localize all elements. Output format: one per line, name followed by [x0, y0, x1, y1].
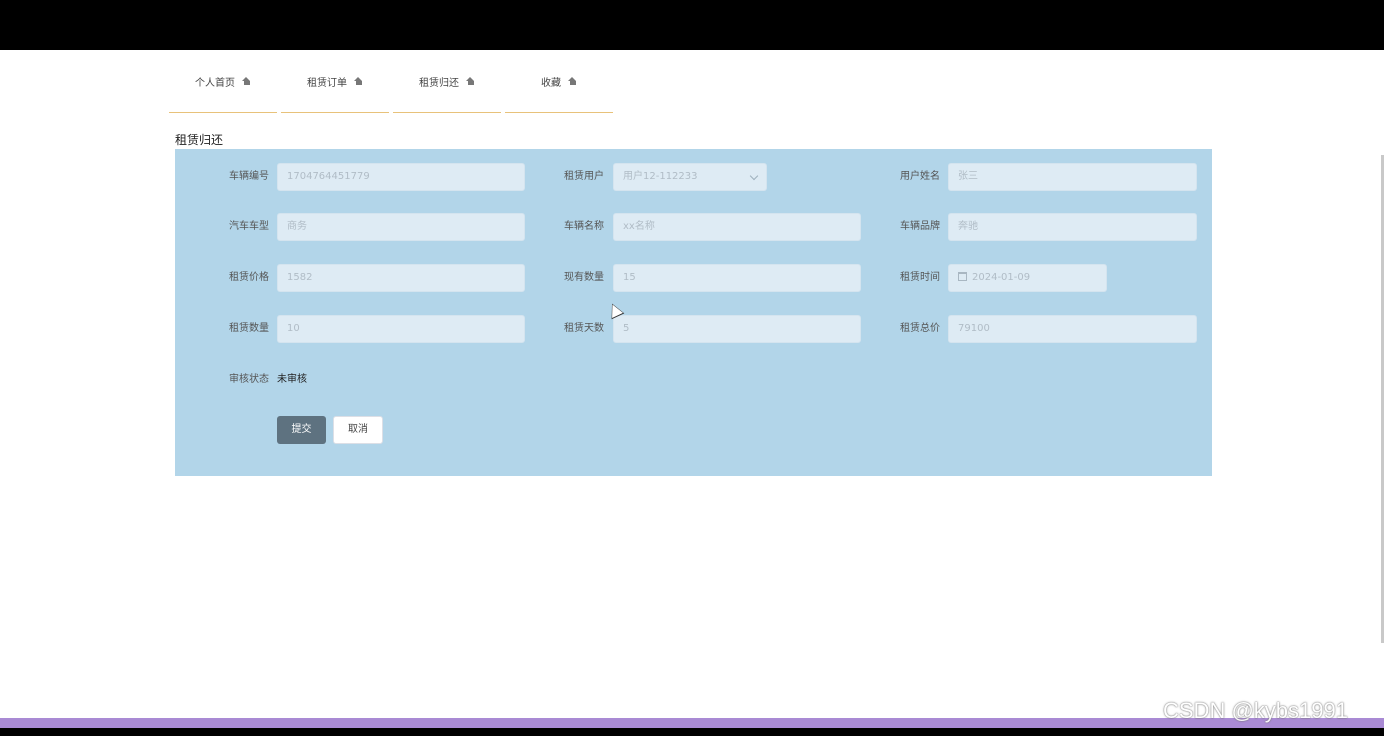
- tab-label: 个人首页: [195, 77, 235, 89]
- cancel-button[interactable]: 取消: [333, 416, 383, 444]
- rent-user-select[interactable]: 用户12-112233: [613, 163, 767, 191]
- home-icon: [466, 77, 475, 85]
- watermark: CSDN @kybs1991: [1163, 698, 1348, 723]
- rent-qty-label: 租赁数量: [229, 323, 269, 334]
- tab-personal-home[interactable]: 个人首页: [169, 50, 277, 113]
- car-model-label: 汽车车型: [229, 221, 269, 232]
- tab-rental-return[interactable]: 租赁归还: [393, 50, 501, 113]
- rent-total-label: 租赁总价: [900, 323, 940, 334]
- stock-qty-label: 现有数量: [564, 272, 604, 283]
- stock-qty-input[interactable]: 15: [613, 264, 861, 292]
- section-title: 租赁归还: [175, 133, 224, 147]
- tab-label: 收藏: [541, 77, 561, 89]
- submit-button[interactable]: 提交: [277, 416, 326, 444]
- car-brand-input[interactable]: 奔驰: [948, 213, 1197, 241]
- user-name-input[interactable]: 张三: [948, 163, 1197, 191]
- tab-label: 租赁归还: [419, 77, 459, 89]
- chevron-down-icon: [749, 171, 759, 181]
- review-status-label: 审核状态: [229, 374, 269, 385]
- home-icon: [568, 77, 577, 85]
- home-icon: [354, 77, 363, 85]
- home-icon: [242, 77, 251, 85]
- top-black-bar: [0, 0, 1384, 50]
- car-name-input[interactable]: xx名称: [613, 213, 861, 241]
- car-model-input[interactable]: 商务: [277, 213, 525, 241]
- rent-price-input[interactable]: 1582: [277, 264, 525, 292]
- return-form-panel: 车辆编号 1704764451779 租赁用户 用户12-112233 用户姓名…: [175, 149, 1212, 476]
- tab-label: 租赁订单: [307, 77, 347, 89]
- calendar-icon: [958, 272, 967, 281]
- tab-nav: 个人首页 租赁订单 租赁归还 收藏: [169, 50, 617, 114]
- rent-qty-input[interactable]: 10: [277, 315, 525, 343]
- car-name-label: 车辆名称: [564, 221, 604, 232]
- vehicle-no-input[interactable]: 1704764451779: [277, 163, 525, 191]
- rent-total-input[interactable]: 79100: [948, 315, 1197, 343]
- review-status-value: 未审核: [277, 374, 307, 385]
- car-brand-label: 车辆品牌: [900, 221, 940, 232]
- rent-time-value: 2024-01-09: [972, 272, 1031, 283]
- rent-days-label: 租赁天数: [564, 323, 604, 334]
- tab-rental-orders[interactable]: 租赁订单: [281, 50, 389, 113]
- rent-time-datepicker[interactable]: 2024-01-09: [948, 264, 1107, 292]
- rent-user-value: 用户12-112233: [623, 171, 698, 182]
- bottom-black-bar: [0, 728, 1384, 736]
- tab-favorites[interactable]: 收藏: [505, 50, 613, 113]
- vehicle-no-label: 车辆编号: [229, 171, 269, 182]
- rent-days-input[interactable]: 5: [613, 315, 861, 343]
- rent-time-label: 租赁时间: [900, 272, 940, 283]
- rent-user-label: 租赁用户: [564, 171, 604, 182]
- user-name-label: 用户姓名: [900, 171, 940, 182]
- rent-price-label: 租赁价格: [229, 272, 269, 283]
